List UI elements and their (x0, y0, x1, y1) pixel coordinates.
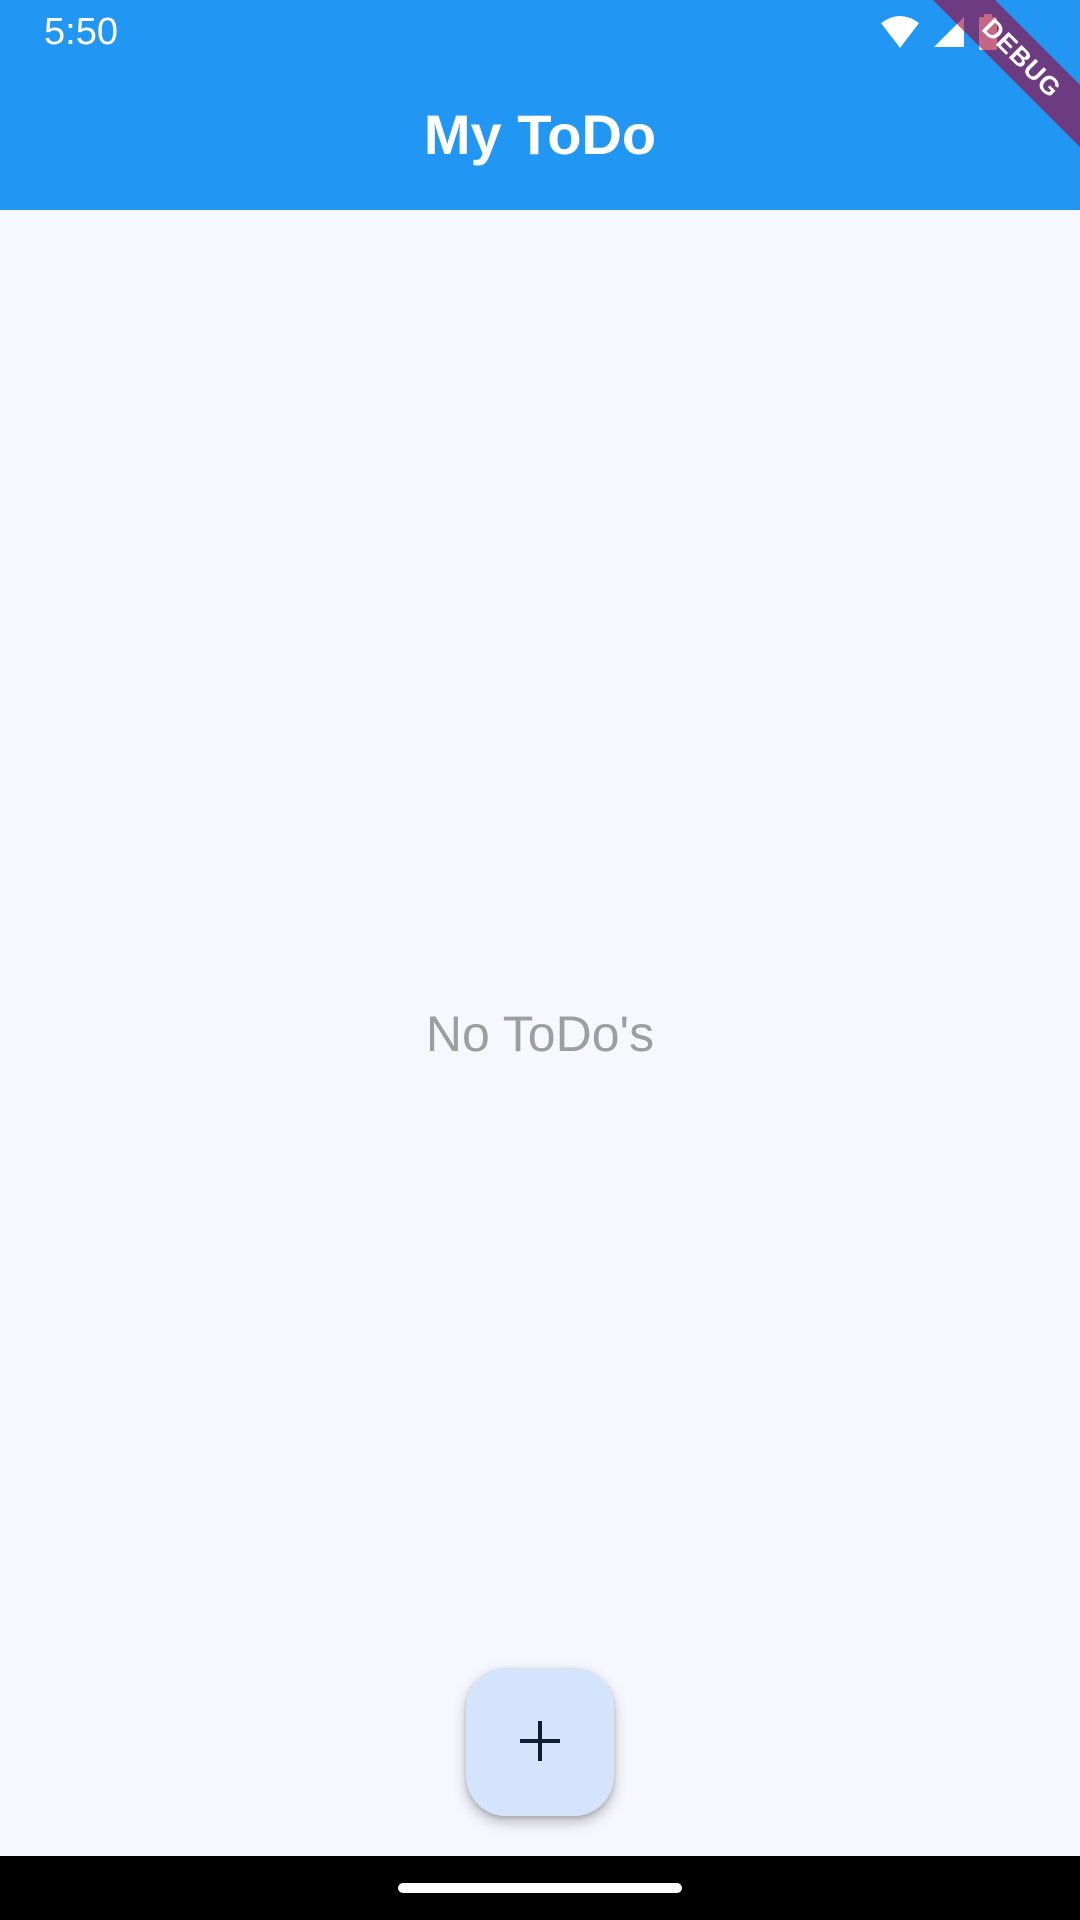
plus-icon (518, 1719, 562, 1766)
app-bar: 5:50 My ToDo DEBUG (0, 0, 1080, 210)
status-time: 5:50 (44, 11, 118, 53)
wifi-icon (880, 15, 920, 49)
system-navigation-bar (0, 1856, 1080, 1920)
debug-banner: DEBUG (920, 0, 1080, 160)
add-todo-button[interactable] (466, 1668, 614, 1816)
debug-banner-container: DEBUG (920, 0, 1080, 160)
home-indicator[interactable] (398, 1883, 682, 1893)
screen: 5:50 My ToDo DEBUG No ToDo's (0, 0, 1080, 1920)
app-title: My ToDo (423, 103, 657, 166)
empty-state-message: No ToDo's (425, 1006, 655, 1062)
